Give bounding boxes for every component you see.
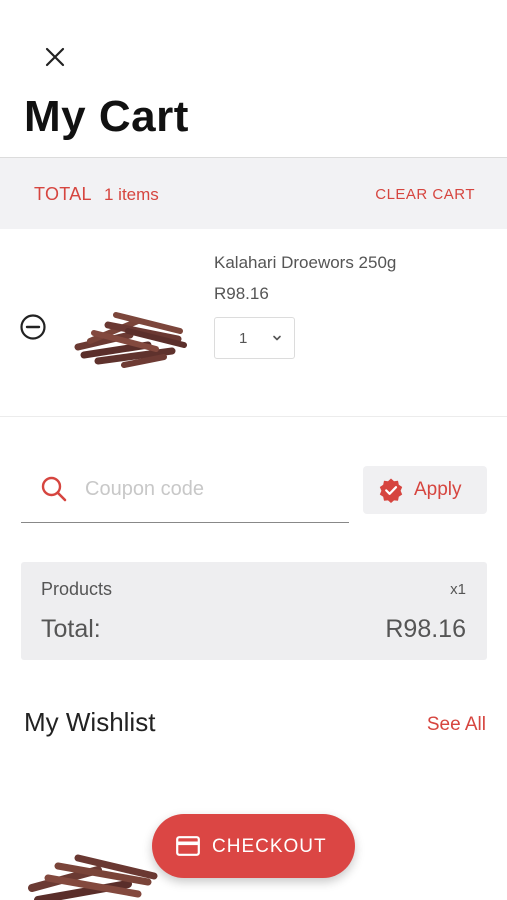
droewors-product-image: [68, 305, 188, 371]
wishlist-product-image[interactable]: [18, 848, 168, 900]
chevron-down-icon: [273, 335, 281, 341]
total-label: Total:: [41, 615, 101, 643]
checkout-button[interactable]: CHECKOUT: [152, 814, 355, 878]
apply-coupon-button[interactable]: Apply: [363, 466, 487, 514]
total-label: TOTAL: [34, 184, 92, 204]
search-icon: [41, 476, 67, 502]
close-icon: [45, 47, 65, 67]
cart-item: Kalahari Droewors 250g R98.16 1: [0, 229, 507, 417]
apply-label: Apply: [414, 479, 462, 500]
items-count: 1 items: [104, 185, 159, 204]
wishlist-title: My Wishlist: [24, 707, 156, 737]
cart-total-bar: TOTAL 1 items CLEAR CART: [0, 157, 507, 229]
clear-cart-button[interactable]: CLEAR CART: [375, 186, 475, 203]
quantity-select[interactable]: 1: [214, 317, 295, 359]
quantity-value: 1: [239, 330, 248, 347]
coupon-field[interactable]: [21, 465, 349, 523]
remove-circle-icon: [20, 314, 46, 340]
see-all-link[interactable]: See All: [427, 714, 486, 736]
page-title: My Cart: [24, 92, 189, 141]
coupon-input[interactable]: [85, 473, 335, 505]
checkout-label: CHECKOUT: [212, 836, 327, 857]
verified-badge-icon: [379, 478, 403, 503]
total-value: R98.16: [385, 615, 466, 643]
credit-card-icon: [176, 836, 200, 856]
products-label: Products: [41, 579, 113, 599]
remove-item-button[interactable]: [19, 313, 47, 341]
close-button[interactable]: [38, 40, 72, 74]
products-quantity: x1: [450, 581, 466, 598]
order-summary: Products x1 Total: R98.16: [21, 562, 487, 660]
product-price: R98.16: [214, 284, 269, 303]
product-name: Kalahari Droewors 250g: [214, 253, 397, 272]
